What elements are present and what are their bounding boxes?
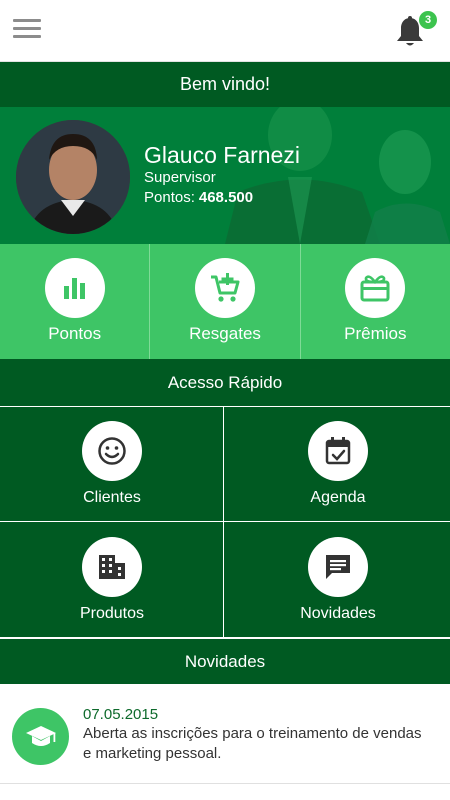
tile-label: Novidades xyxy=(300,605,376,622)
building-icon xyxy=(82,537,142,597)
grid-divider-horizontal xyxy=(0,521,450,522)
bottom-spacer xyxy=(0,785,450,800)
tile-clientes[interactable]: Clientes xyxy=(0,407,224,521)
news-section-title: Novidades xyxy=(0,638,450,684)
tile-agenda[interactable]: Agenda xyxy=(226,407,450,521)
notification-count-badge: 3 xyxy=(419,11,437,29)
action-resgates[interactable]: Resgates xyxy=(150,244,301,359)
user-role: Supervisor xyxy=(144,169,216,186)
points-label: Pontos: xyxy=(144,189,195,206)
avatar-photo xyxy=(16,120,130,234)
tile-label: Clientes xyxy=(83,489,141,506)
user-points: Pontos: 468.500 xyxy=(144,189,253,206)
tile-label: Agenda xyxy=(310,489,366,506)
profile-card: Glauco Farnezi Supervisor Pontos: 468.500 xyxy=(0,107,450,244)
notifications-button[interactable]: 3 xyxy=(395,11,437,54)
graduation-cap-icon xyxy=(12,708,69,765)
gift-icon xyxy=(345,258,406,318)
calendar-check-icon xyxy=(308,421,368,481)
quick-access-title: Acesso Rápido xyxy=(0,359,450,407)
avatar[interactable] xyxy=(16,120,130,234)
news-text: Aberta as inscrições para o treinamento … xyxy=(83,725,422,762)
message-icon xyxy=(308,537,368,597)
quick-access-grid: Clientes Agenda Produtos Novidades xyxy=(0,407,450,637)
tile-label: Produtos xyxy=(79,605,145,622)
smiley-icon xyxy=(82,421,142,481)
action-label: Pontos xyxy=(48,324,102,343)
top-app-bar: 3 xyxy=(0,0,450,62)
hamburger-menu-icon[interactable] xyxy=(13,19,41,41)
action-label: Resgates xyxy=(189,324,261,343)
action-pontos[interactable]: Pontos xyxy=(0,244,151,359)
points-value: 468.500 xyxy=(198,189,254,206)
action-premios[interactable]: Prêmios xyxy=(301,244,450,359)
action-label: Prêmios xyxy=(344,324,407,343)
user-name: Glauco Farnezi xyxy=(144,142,300,168)
cart-plus-icon xyxy=(194,258,255,318)
tile-produtos[interactable]: Produtos xyxy=(0,523,224,637)
news-date: 07.05.2015 xyxy=(83,706,159,723)
grid-divider-vertical xyxy=(223,407,224,637)
bar-chart-icon xyxy=(44,258,105,318)
welcome-banner: Bem vindo! xyxy=(0,62,450,107)
news-item[interactable]: 07.05.2015 Aberta as inscrições para o t… xyxy=(0,684,450,784)
tile-novidades[interactable]: Novidades xyxy=(226,523,450,637)
primary-actions: Pontos Resgates Prêmios xyxy=(0,244,450,359)
